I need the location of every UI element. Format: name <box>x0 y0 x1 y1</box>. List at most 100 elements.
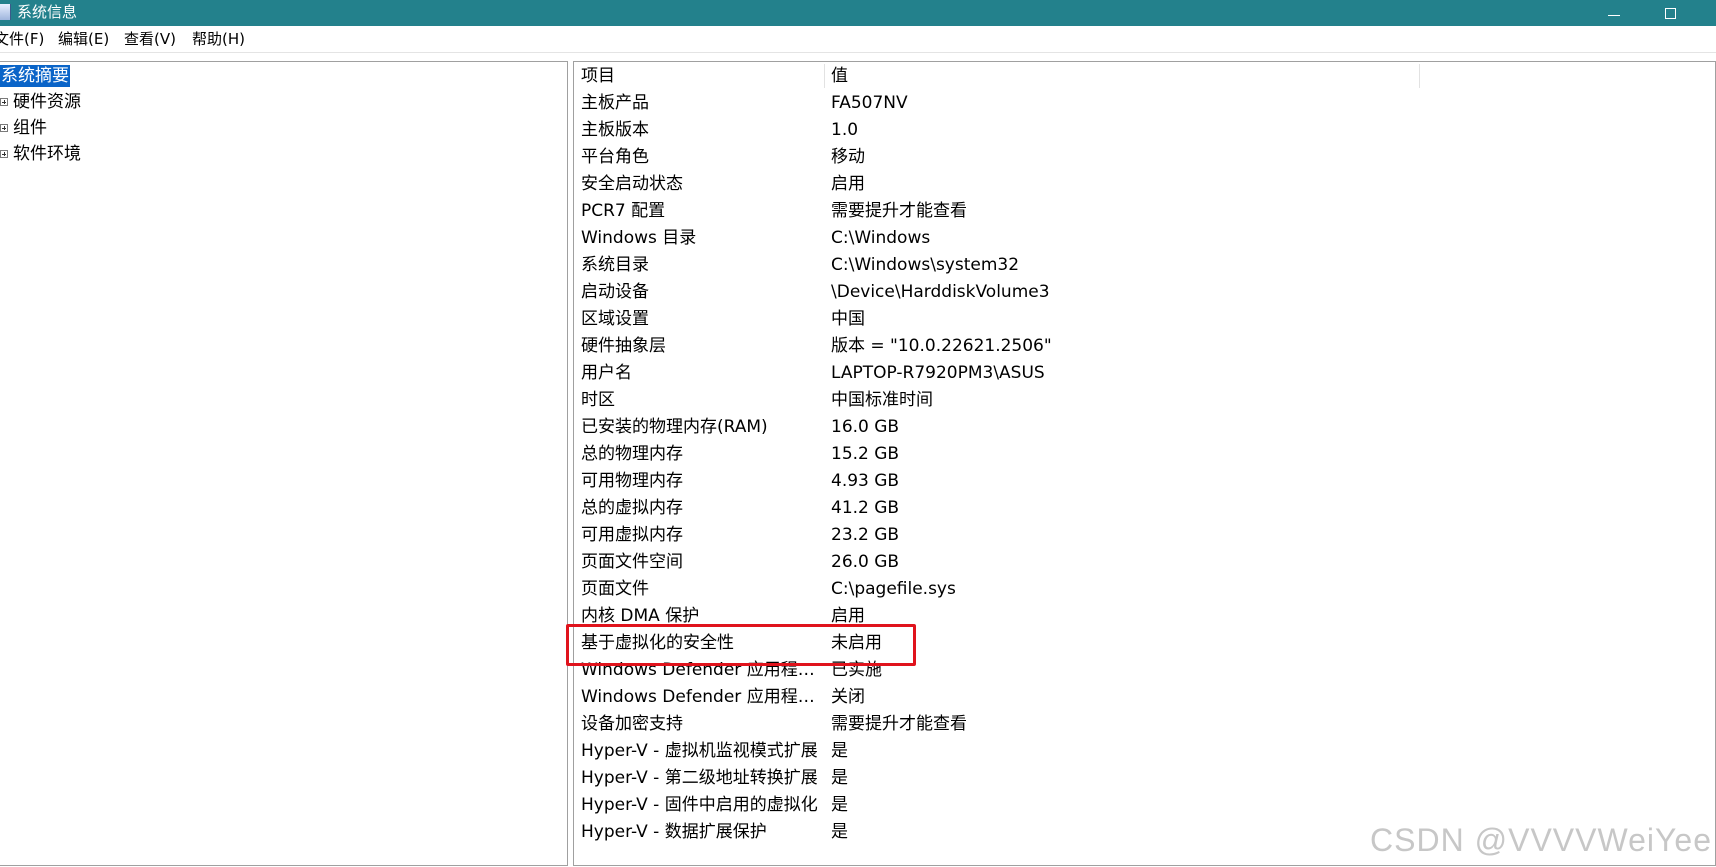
row-item-value: LAPTOP-R7920PM3\ASUS <box>831 363 1045 383</box>
menu-bar: 文件(F) 编辑(E) 查看(V) 帮助(H) <box>0 28 1716 50</box>
table-row[interactable]: 区域设置 中国 <box>574 306 1715 333</box>
row-item-name: 系统目录 <box>581 255 649 275</box>
row-item-name: Windows 目录 <box>581 228 697 248</box>
row-item-name: PCR7 配置 <box>581 201 666 221</box>
table-row[interactable]: 可用虚拟内存 23.2 GB <box>574 522 1715 549</box>
row-item-name: 主板版本 <box>581 120 649 140</box>
row-item-name: 设备加密支持 <box>581 714 683 734</box>
maximize-icon <box>1664 7 1676 19</box>
row-item-value: 中国标准时间 <box>831 390 933 410</box>
row-item-value: 15.2 GB <box>831 444 900 464</box>
expand-icon[interactable] <box>0 124 8 132</box>
row-item-value: 中国 <box>831 309 865 329</box>
table-row[interactable]: Hyper-V - 虚拟机监视模式扩展是 <box>574 738 1715 765</box>
tree-item-hardware-resources[interactable]: 硬件资源 <box>0 91 200 113</box>
row-item-name: 平台角色 <box>581 147 649 167</box>
table-row[interactable]: 设备加密支持 需要提升才能查看 <box>574 711 1715 738</box>
row-item-name: Hyper-V - 数据扩展保护 <box>581 822 767 842</box>
menu-file[interactable]: 文件(F) <box>0 28 44 50</box>
row-item-name: 页面文件 <box>581 579 649 599</box>
table-row[interactable]: PCR7 配置 需要提升才能查看 <box>574 198 1715 225</box>
row-item-value: 需要提升才能查看 <box>831 714 967 734</box>
table-row[interactable]: 主板产品 FA507NV <box>574 90 1715 117</box>
table-row[interactable]: 时区 中国标准时间 <box>574 387 1715 414</box>
category-tree[interactable]: 系统摘要 硬件资源 组件 软件环境 <box>0 61 568 866</box>
row-item-value: 版本 = "10.0.22621.2506" <box>831 336 1052 356</box>
table-row[interactable]: 启动设备 \Device\HarddiskVolume3 <box>574 279 1715 306</box>
column-divider[interactable] <box>824 64 825 88</box>
window-title: 系统信息 <box>17 3 78 21</box>
row-item-name: Hyper-V - 固件中启用的虚拟化 <box>581 795 818 815</box>
column-divider[interactable] <box>1419 64 1420 88</box>
list-header: 项目 值 <box>574 62 1715 90</box>
row-item-value: FA507NV <box>831 93 908 113</box>
tree-item-label: 硬件资源 <box>13 92 81 112</box>
table-row[interactable]: 平台角色 移动 <box>574 144 1715 171</box>
row-item-value: 启用 <box>831 174 865 194</box>
title-bar: 系统信息 <box>0 0 1716 26</box>
row-item-value: C:\Windows <box>831 228 931 248</box>
table-row[interactable]: 总的物理内存 15.2 GB <box>574 441 1715 468</box>
minimize-icon <box>1608 14 1620 16</box>
table-row[interactable]: 可用物理内存 4.93 GB <box>574 468 1715 495</box>
row-item-value: 需要提升才能查看 <box>831 201 967 221</box>
row-item-value: 是 <box>831 741 848 761</box>
row-item-value: 移动 <box>831 147 865 167</box>
maximize-button[interactable] <box>1640 0 1700 26</box>
row-item-value: 26.0 GB <box>831 552 900 572</box>
row-item-value: 是 <box>831 795 848 815</box>
row-item-name: 启动设备 <box>581 282 649 302</box>
row-item-value: 是 <box>831 822 848 842</box>
row-item-name: 主板产品 <box>581 93 649 113</box>
row-item-name: 安全启动状态 <box>581 174 683 194</box>
table-row[interactable]: Windows 目录 C:\Windows <box>574 225 1715 252</box>
expand-icon[interactable] <box>0 150 8 158</box>
menu-view[interactable]: 查看(V) <box>124 28 176 50</box>
row-item-name: 总的物理内存 <box>581 444 683 464</box>
row-item-name: Hyper-V - 第二级地址转换扩展 <box>581 768 818 788</box>
table-row[interactable]: 系统目录 C:\Windows\system32 <box>574 252 1715 279</box>
row-item-value: C:\pagefile.sys <box>831 579 956 599</box>
row-item-value: 1.0 <box>831 120 859 140</box>
table-row[interactable]: 总的虚拟内存 41.2 GB <box>574 495 1715 522</box>
row-item-name: 可用虚拟内存 <box>581 525 683 545</box>
table-row[interactable]: 用户名 LAPTOP-R7920PM3\ASUS <box>574 360 1715 387</box>
row-item-name: 用户名 <box>581 363 632 383</box>
table-row[interactable]: Hyper-V - 固件中启用的虚拟化是 <box>574 792 1715 819</box>
app-icon <box>0 4 11 20</box>
watermark: CSDN @VVVVWeiYee <box>1370 822 1712 858</box>
table-row[interactable]: 已安装的物理内存(RAM) 16.0 GB <box>574 414 1715 441</box>
row-item-value: 4.93 GB <box>831 471 900 491</box>
row-item-name: 已安装的物理内存(RAM) <box>581 417 768 437</box>
menu-help[interactable]: 帮助(H) <box>192 28 245 50</box>
menu-edit[interactable]: 编辑(E) <box>58 28 109 50</box>
row-item-value: 是 <box>831 768 848 788</box>
row-item-name: Windows Defender 应用程序... <box>581 687 826 707</box>
menu-divider <box>0 52 1716 53</box>
table-row[interactable]: 硬件抽象层 版本 = "10.0.22621.2506" <box>574 333 1715 360</box>
row-item-name: 总的虚拟内存 <box>581 498 683 518</box>
tree-item-label: 软件环境 <box>13 144 81 164</box>
tree-item-components[interactable]: 组件 <box>0 117 200 139</box>
minimize-button[interactable] <box>1584 0 1644 26</box>
column-header-value[interactable]: 值 <box>831 64 848 88</box>
table-row[interactable]: 页面文件 C:\pagefile.sys <box>574 576 1715 603</box>
column-header-item[interactable]: 项目 <box>581 64 615 88</box>
tree-item-software-environment[interactable]: 软件环境 <box>0 143 200 165</box>
table-row[interactable]: 页面文件空间 26.0 GB <box>574 549 1715 576</box>
table-row[interactable]: Hyper-V - 第二级地址转换扩展是 <box>574 765 1715 792</box>
row-item-value: 关闭 <box>831 687 865 707</box>
row-item-name: 区域设置 <box>581 309 649 329</box>
table-row[interactable]: Windows Defender 应用程序... 关闭 <box>574 684 1715 711</box>
row-item-value: 23.2 GB <box>831 525 900 545</box>
row-item-value: \Device\HarddiskVolume3 <box>831 282 1050 302</box>
row-item-name: 时区 <box>581 390 615 410</box>
tree-item-label: 系统摘要 <box>0 64 71 88</box>
table-row[interactable]: 主板版本 1.0 <box>574 117 1715 144</box>
expand-icon[interactable] <box>0 98 8 106</box>
red-highlight-box <box>566 624 916 666</box>
details-list[interactable]: 项目 值 主板产品 FA507NV 主板版本 1.0 平台角色 移动安全启动状态 启用 PCR… <box>573 61 1716 866</box>
table-row[interactable]: 安全启动状态 启用 <box>574 171 1715 198</box>
row-item-name: 可用物理内存 <box>581 471 683 491</box>
row-item-value: 16.0 GB <box>831 417 900 437</box>
